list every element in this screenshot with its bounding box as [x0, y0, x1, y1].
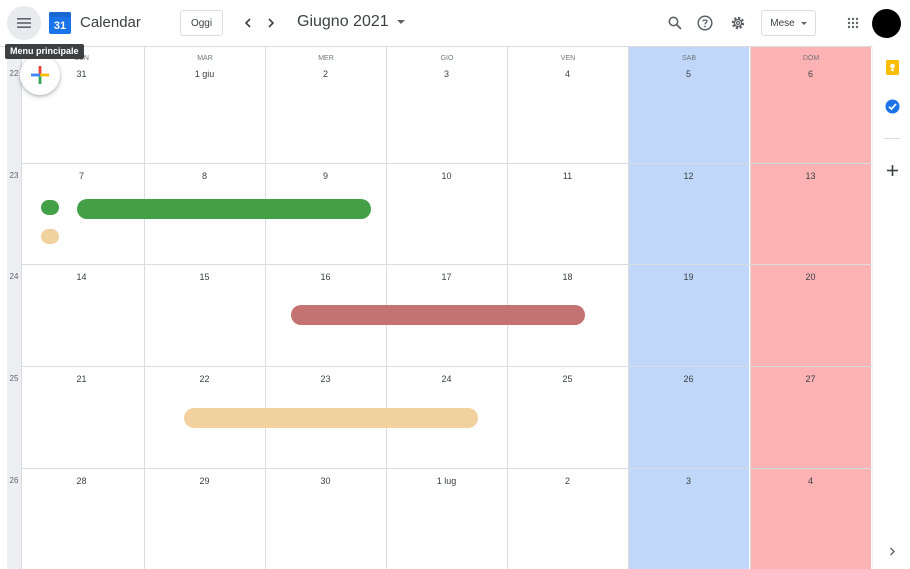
month-grid: 2223242526 LUNMARMERGIOVENSABDOM311 giu2… [0, 46, 872, 569]
menu-tooltip: Menu principale [5, 44, 84, 59]
day-number[interactable]: 19 [628, 272, 749, 282]
next-month-button[interactable] [261, 13, 281, 33]
view-label: Mese [770, 17, 795, 29]
search-icon [668, 16, 682, 30]
day-number[interactable]: 3 [386, 69, 507, 79]
keep-button[interactable] [881, 56, 903, 78]
tasks-button[interactable] [881, 95, 903, 117]
expand-panel-button[interactable] [881, 540, 903, 562]
day-number[interactable]: 9 [265, 171, 386, 181]
today-button[interactable]: Oggi [180, 10, 223, 36]
gear-icon [731, 16, 745, 30]
day-number[interactable]: 26 [628, 374, 749, 384]
day-number[interactable]: 24 [386, 374, 507, 384]
get-addons-button[interactable] [881, 159, 903, 181]
day-number[interactable]: 20 [750, 272, 871, 282]
plus-icon [886, 164, 898, 176]
account-avatar[interactable] [872, 9, 901, 38]
day-number[interactable]: 27 [750, 374, 871, 384]
day-number[interactable]: 25 [507, 374, 628, 384]
side-panel [872, 46, 910, 569]
event-green[interactable] [77, 199, 371, 219]
chevron-right-icon [889, 547, 895, 555]
day-number[interactable]: 22 [144, 374, 265, 384]
day-number[interactable]: 12 [628, 171, 749, 181]
day-column: LUN [21, 47, 142, 569]
app-title: Calendar [80, 14, 141, 31]
event-beige[interactable] [184, 408, 478, 428]
day-number[interactable]: 1 giu [144, 69, 265, 79]
day-header: GIO [440, 55, 454, 62]
week-number: 26 [9, 476, 19, 485]
day-number[interactable]: 3 [628, 476, 749, 486]
event-dark-red[interactable] [291, 305, 585, 325]
main-menu-button[interactable] [7, 6, 41, 40]
event-dot-beige[interactable] [41, 229, 59, 244]
search-button[interactable] [664, 12, 686, 34]
plus-icon [31, 66, 49, 84]
day-header: DOM [802, 55, 820, 62]
day-number[interactable]: 15 [144, 272, 265, 282]
day-number[interactable]: 13 [750, 171, 871, 181]
day-number[interactable]: 23 [265, 374, 386, 384]
day-column: DOM [750, 47, 871, 569]
day-number[interactable]: 1 lug [386, 476, 507, 486]
chevron-right-icon [268, 18, 275, 28]
week-divider [21, 163, 872, 164]
month-selector[interactable]: Giugno 2021 [297, 13, 405, 31]
view-selector[interactable]: Mese [761, 10, 816, 36]
keep-icon [885, 59, 899, 75]
week-number: 23 [9, 171, 19, 180]
day-number[interactable]: 5 [628, 69, 749, 79]
previous-month-button[interactable] [238, 13, 258, 33]
chevron-left-icon [244, 18, 251, 28]
help-icon [697, 15, 713, 31]
week-number-column: 22 23 24 25 26 [7, 47, 21, 569]
create-event-button[interactable] [20, 55, 60, 95]
dropdown-caret-icon [396, 20, 405, 24]
apps-grid-icon [847, 17, 859, 29]
day-header: MER [318, 55, 334, 62]
logo-number: 31 [54, 20, 66, 32]
help-button[interactable] [694, 12, 716, 34]
settings-button[interactable] [727, 12, 749, 34]
day-number[interactable]: 2 [507, 476, 628, 486]
top-bar: 31 Calendar Oggi Giugno 2021 Mese [0, 0, 910, 46]
day-number[interactable]: 21 [21, 374, 142, 384]
day-header: VEN [560, 55, 576, 62]
apps-button[interactable] [842, 12, 864, 34]
day-number[interactable]: 18 [507, 272, 628, 282]
day-number[interactable]: 30 [265, 476, 386, 486]
event-dot-green[interactable] [41, 200, 59, 215]
day-header: SAB [681, 55, 696, 62]
week-number: 25 [9, 374, 19, 383]
day-number[interactable]: 17 [386, 272, 507, 282]
week-number: 24 [9, 272, 19, 281]
day-column: MAR [144, 47, 265, 569]
day-number[interactable]: 4 [750, 476, 871, 486]
month-label: Giugno 2021 [297, 13, 389, 30]
day-number[interactable]: 29 [144, 476, 265, 486]
day-number[interactable]: 6 [750, 69, 871, 79]
day-number[interactable]: 16 [265, 272, 386, 282]
day-column: SAB [628, 47, 749, 569]
week-divider [21, 468, 872, 469]
calendar-logo-icon: 31 [49, 12, 71, 34]
day-number[interactable]: 28 [21, 476, 142, 486]
day-number[interactable]: 10 [386, 171, 507, 181]
week-number: 22 [9, 69, 19, 78]
week-divider [21, 264, 872, 265]
day-number[interactable]: 4 [507, 69, 628, 79]
day-number[interactable]: 8 [144, 171, 265, 181]
week-divider [21, 366, 872, 367]
tasks-icon [885, 99, 899, 113]
day-number[interactable]: 7 [21, 171, 142, 181]
day-number[interactable]: 11 [507, 171, 628, 181]
day-number[interactable]: 14 [21, 272, 142, 282]
day-number[interactable]: 2 [265, 69, 386, 79]
dropdown-caret-icon [800, 21, 807, 25]
side-panel-divider [884, 138, 900, 139]
day-header: MAR [197, 55, 213, 62]
menu-icon [17, 18, 31, 28]
